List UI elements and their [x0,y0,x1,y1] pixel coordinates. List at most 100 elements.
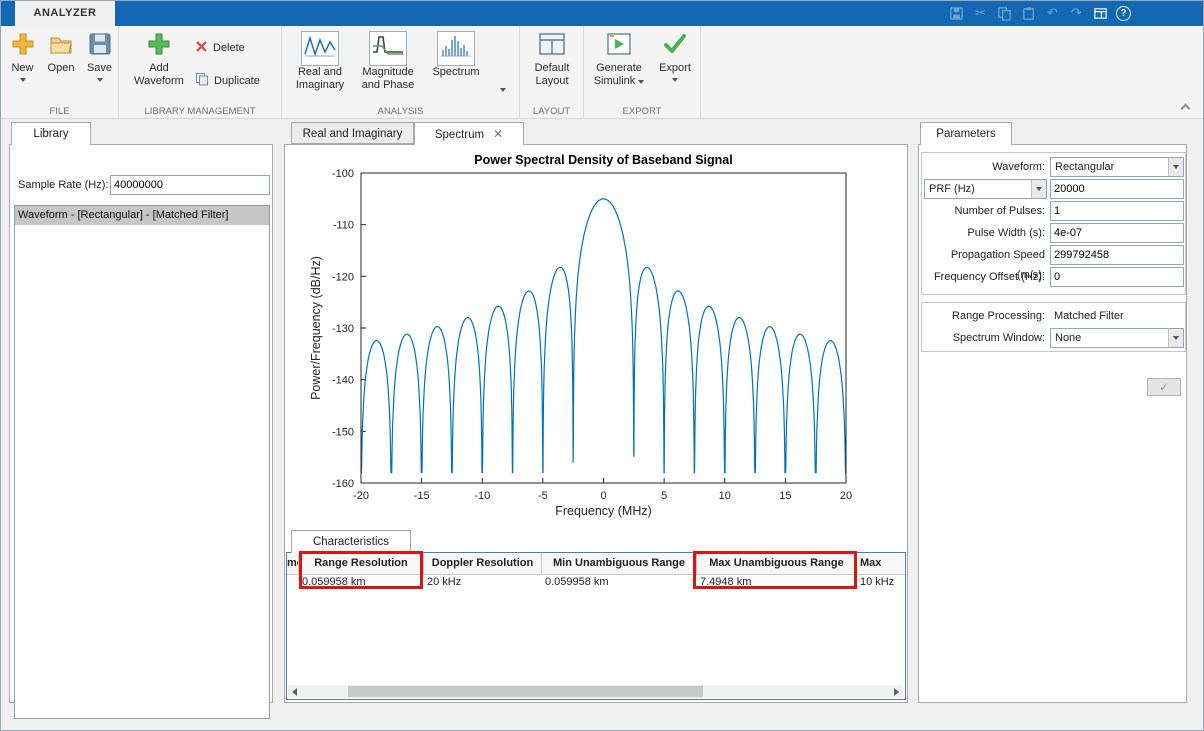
svg-text:-110: -110 [333,220,354,232]
open-folder-icon [48,31,74,62]
redo-icon[interactable]: ↷ [1068,5,1085,22]
prf-input[interactable] [1050,179,1184,199]
real-imaginary-plot-icon [301,31,339,66]
section-label-layout: LAYOUT [532,106,571,117]
scrollbar-thumb[interactable] [348,686,703,697]
horizontal-scrollbar[interactable] [288,685,903,698]
library-panel: Library Sample Rate (Hz): Waveform - [Re… [9,121,273,719]
help-icon[interactable]: ? [1116,6,1131,21]
col-header-partial[interactable]: me [287,553,299,574]
section-label-analysis: ANALYSIS [377,106,424,117]
characteristics-table: me Range Resolution Doppler Resolution M… [286,552,906,700]
waveform-combobox[interactable]: Rectangular [1050,157,1184,177]
generate-simulink-button[interactable]: Generate Simulink [590,31,648,88]
collapse-ribbon-button[interactable] [1177,100,1193,114]
tab-analyzer[interactable]: ANALYZER [15,1,115,26]
export-caret-icon[interactable] [672,78,678,82]
svg-text:20: 20 [840,490,852,502]
close-spectrum-tab-icon[interactable]: ✕ [493,127,503,141]
scroll-left-arrow-icon [292,687,297,696]
scroll-right-button[interactable] [890,685,903,698]
magnitude-and-phase-button[interactable]: Magnitude and Phase [356,31,420,92]
parameters-panel: Parameters Waveform: Rectangular PRF (Hz… [918,121,1187,703]
save-dropdown-caret-icon[interactable] [96,78,103,82]
duplicate-button[interactable]: Duplicate [195,72,260,89]
svg-text:-160: -160 [332,478,354,490]
tab-library[interactable]: Library [11,122,91,145]
frequency-offset-input[interactable] [1050,267,1184,287]
col-header-range-resolution[interactable]: Range Resolution [299,553,424,574]
svg-text:-15: -15 [414,490,430,502]
copy-icon[interactable] [996,5,1013,22]
waveform-list-item[interactable]: Waveform - [Rectangular] - [Matched Filt… [15,206,269,225]
real-and-imaginary-button[interactable]: Real and Imaginary [288,31,352,92]
cut-icon[interactable]: ✂ [972,5,989,22]
save-button[interactable]: Save [83,31,116,82]
spectrum-plot-icon [437,31,475,66]
tab-spectrum[interactable]: Spectrum ✕ [414,122,524,145]
cell-max-partial: 10 kHz [860,576,895,588]
number-of-pulses-label: Number of Pulses: [954,205,1045,217]
prf-combobox[interactable]: PRF (Hz) [924,179,1047,199]
sample-rate-input[interactable] [110,175,270,195]
spectrum-window-caret-icon [1173,336,1179,340]
undo-icon[interactable]: ↶ [1044,5,1061,22]
section-label-export: EXPORT [622,106,662,117]
magnitude-phase-plot-icon [369,31,407,66]
svg-text:Frequency (MHz): Frequency (MHz) [555,504,652,518]
export-button[interactable]: Export [654,31,696,82]
col-header-max-partial[interactable]: Max [857,553,904,574]
analysis-gallery-dropdown-button[interactable] [494,31,512,113]
default-layout-button[interactable]: Default Layout [526,31,578,88]
svg-text:-10: -10 [474,490,490,502]
open-button[interactable]: Open [44,31,78,75]
plot-panel: Real and Imaginary Spectrum ✕ -20 -15 -10 -5… [284,121,908,703]
new-document-icon [10,31,36,62]
propagation-speed-input[interactable] [1050,245,1184,265]
svg-text:5: 5 [661,490,667,502]
svg-text:-100: -100 [332,168,354,180]
tab-real-and-imaginary[interactable]: Real and Imaginary [291,122,414,144]
simulink-model-icon [605,31,633,62]
section-label-file: FILE [49,106,70,117]
tab-parameters[interactable]: Parameters [920,122,1012,145]
svg-text:Power/Frequency (dB/Hz): Power/Frequency (dB/Hz) [309,256,323,400]
cell-min-unambiguous-range: 0.059958 km [545,576,609,588]
layout-grid-icon [538,31,566,62]
svg-text:-150: -150 [332,426,354,438]
range-processing-value: Matched Filter [1054,310,1124,322]
number-of-pulses-input[interactable] [1050,201,1184,221]
svg-text:-140: -140 [332,375,354,387]
col-header-doppler-resolution[interactable]: Doppler Resolution [424,553,542,574]
section-label-library-management: LIBRARY MANAGEMENT [144,106,256,117]
add-waveform-button[interactable]: Add Waveform [129,31,189,88]
save-disk-icon [87,31,113,62]
titlebar: ANALYZER ✂ ↶ ↷ ? [1,1,1203,26]
waveform-list[interactable]: Waveform - [Rectangular] - [Matched Filt… [14,205,270,719]
quick-access-toolbar: ✂ ↶ ↷ ? [948,5,1131,22]
ribbon-section-export: Generate Simulink Export EXPORT [584,26,701,119]
spectrum-window-combobox[interactable]: None [1050,328,1184,348]
new-button[interactable]: New [6,31,39,82]
cell-waveform-name [287,574,299,591]
apply-button[interactable]: ✓ [1147,378,1181,396]
ribbon-toolstrip: New Open Save FILE Add Waveform Delete D… [1,26,1203,119]
layout-window-icon[interactable] [1092,5,1109,22]
delete-button[interactable]: Delete [195,40,245,56]
scroll-left-button[interactable] [288,685,301,698]
col-header-min-unambiguous-range[interactable]: Min Unambiguous Range [542,553,697,574]
svg-text:0: 0 [600,490,606,502]
svg-text:-5: -5 [538,490,548,502]
export-check-icon [662,31,688,62]
new-dropdown-caret-icon[interactable] [19,78,26,82]
range-processing-label: Range Processing: [952,310,1045,322]
paste-icon[interactable] [1020,5,1037,22]
save-icon[interactable] [948,5,965,22]
spectrum-button[interactable]: Spectrum [424,31,488,79]
ribbon-section-file: New Open Save FILE [1,26,119,119]
pulse-width-input[interactable] [1050,223,1184,243]
generate-simulink-caret-icon[interactable] [638,79,645,84]
frequency-offset-label: Frequency Offset (Hz): [933,271,1045,283]
tab-characteristics[interactable]: Characteristics [291,530,411,553]
col-header-max-unambiguous-range[interactable]: Max Unambiguous Range [697,553,857,574]
